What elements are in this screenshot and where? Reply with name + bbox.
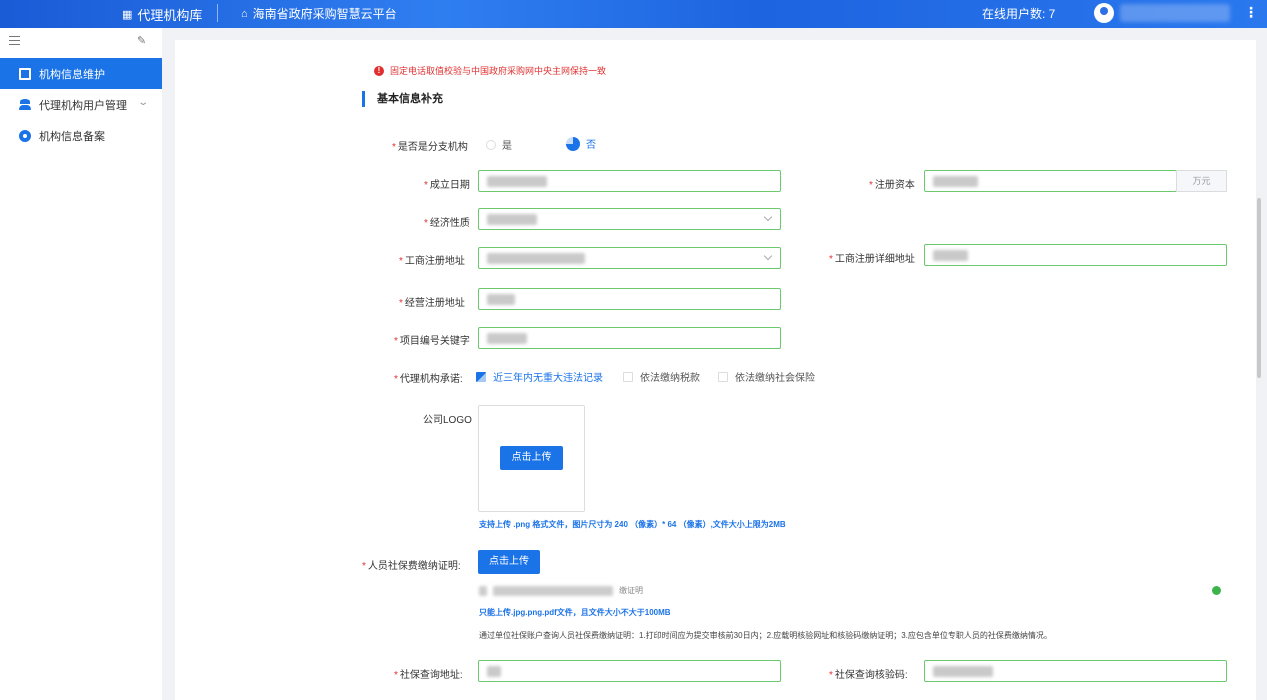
- home-icon: ⌂: [241, 7, 248, 20]
- checkbox-label: 近三年内无重大违法记录: [493, 373, 603, 384]
- notice: ! 固定电话取值校验与中国政府采购网中央主网保持一致: [374, 64, 606, 77]
- checkbox-icon: [718, 371, 728, 382]
- sidebar-item-label: 代理机构用户管理: [39, 99, 127, 112]
- reg-addr-select[interactable]: [478, 247, 781, 269]
- social-query-code-input[interactable]: [924, 660, 1227, 682]
- user-name-blurred[interactable]: [1120, 4, 1230, 22]
- reg-addr-detail-label: * 工商注册详细地址: [829, 254, 915, 265]
- file-name-tail: 缴证明: [619, 586, 643, 595]
- social-query-addr-label: * 社保查询地址:: [394, 670, 463, 681]
- commit-insurance-checkbox[interactable]: 依法缴纳社会保险: [718, 369, 815, 384]
- branch-no-radio[interactable]: 否: [566, 136, 596, 151]
- project-kw-label: * 项目编号关键字: [394, 336, 470, 347]
- divider: [217, 4, 218, 22]
- chevron-down-icon: ⌄: [137, 97, 150, 108]
- checkbox-label: 依法缴纳社会保险: [735, 373, 815, 384]
- capital-unit: 万元: [1176, 170, 1227, 192]
- sidebar-header: ✎: [0, 28, 162, 58]
- branch-yes-radio[interactable]: 是: [486, 137, 512, 152]
- pin-icon[interactable]: ✎: [137, 34, 146, 47]
- radio-circle-icon: [486, 139, 496, 150]
- radio-checked-icon: [566, 136, 580, 151]
- platform-name: 海南省政府采购智慧云平台: [252, 7, 397, 21]
- upload-success-icon: [1212, 586, 1221, 595]
- online-users: 在线用户数: 7: [982, 7, 1056, 21]
- sidebar-item-filing[interactable]: 机构信息备案: [0, 120, 162, 151]
- book-icon: [19, 67, 31, 80]
- uploaded-file[interactable]: 缴证明: [479, 585, 643, 596]
- menu-toggle-icon[interactable]: [9, 36, 20, 45]
- user-avatar-icon[interactable]: [1094, 3, 1114, 23]
- found-date-label: * 成立日期: [424, 180, 470, 191]
- biz-addr-label: * 经营注册地址: [399, 298, 465, 309]
- sidebar: ✎ 机构信息维护 代理机构用户管理 ⌄ 机构信息备案: [0, 28, 162, 700]
- alert-icon: !: [374, 65, 384, 76]
- reg-addr-detail-input[interactable]: [924, 244, 1227, 266]
- section-title: 基本信息补充: [362, 91, 443, 107]
- found-date-input[interactable]: [478, 170, 781, 192]
- checkbox-checked-icon: [476, 371, 486, 382]
- sidebar-item-org-info[interactable]: 机构信息维护: [0, 58, 162, 89]
- econ-label: * 经济性质: [424, 218, 470, 229]
- users-icon: [19, 98, 31, 111]
- capital-label: * 注册资本: [869, 180, 915, 191]
- social-hint: 只能上传.jpg.png.pdf文件，且文件大小不大于100MB: [479, 608, 671, 617]
- sidebar-item-user-mgmt[interactable]: 代理机构用户管理 ⌄: [0, 89, 162, 120]
- capital-input[interactable]: [924, 170, 1177, 192]
- radio-label: 是: [502, 141, 512, 152]
- checkbox-label: 依法缴纳税款: [640, 373, 700, 384]
- system-title[interactable]: ▦ 代理机构库: [122, 5, 202, 24]
- reg-addr-label: * 工商注册地址: [399, 256, 465, 267]
- social-upload-button[interactable]: 点击上传: [478, 550, 540, 574]
- gear-icon: [19, 129, 31, 142]
- system-name: 代理机构库: [137, 8, 203, 23]
- chevron-down-icon: [763, 251, 773, 261]
- social-label: * 人员社保费缴纳证明:: [362, 561, 461, 572]
- platform-link[interactable]: ⌂ 海南省政府采购智慧云平台: [241, 5, 397, 22]
- checkbox-icon: [623, 371, 633, 382]
- commit-label: * 代理机构承诺:: [394, 374, 463, 385]
- grid-icon: ▦: [122, 9, 133, 21]
- project-kw-input[interactable]: [478, 327, 781, 349]
- commit-no-violation-checkbox[interactable]: 近三年内无重大违法记录: [476, 369, 603, 384]
- social-query-addr-input[interactable]: [478, 660, 781, 682]
- file-icon: [479, 585, 487, 596]
- more-vertical-icon[interactable]: ⋮: [1244, 4, 1258, 21]
- logo-hint: 支持上传 .png 格式文件，图片尺寸为 240 （像素）* 64 （像素）,文…: [479, 520, 786, 529]
- biz-addr-input[interactable]: [478, 288, 781, 310]
- social-query-code-label: * 社保查询核验码:: [829, 670, 908, 681]
- sidebar-item-label: 机构信息维护: [39, 68, 105, 81]
- social-description: 通过单位社保账户查询人员社保费缴纳证明：1.打印时间应为提交审核前30日内；2.…: [479, 631, 1052, 640]
- scrollbar[interactable]: [1257, 198, 1261, 378]
- logo-label: 公司LOGO: [423, 415, 472, 426]
- radio-label: 否: [586, 140, 596, 151]
- sidebar-item-label: 机构信息备案: [39, 130, 105, 143]
- logo-upload-button[interactable]: 点击上传: [500, 446, 563, 470]
- econ-select[interactable]: [478, 208, 781, 230]
- commit-tax-checkbox[interactable]: 依法缴纳税款: [623, 369, 700, 384]
- top-bar: ▦ 代理机构库 ⌂ 海南省政府采购智慧云平台 在线用户数: 7 ⋮: [0, 0, 1267, 28]
- notice-text: 固定电话取值校验与中国政府采购网中央主网保持一致: [390, 66, 607, 76]
- main-panel: [175, 40, 1256, 700]
- branch-label: * 是否是分支机构: [392, 142, 468, 153]
- chevron-down-icon: [763, 212, 773, 222]
- file-name-blurred: [493, 585, 613, 596]
